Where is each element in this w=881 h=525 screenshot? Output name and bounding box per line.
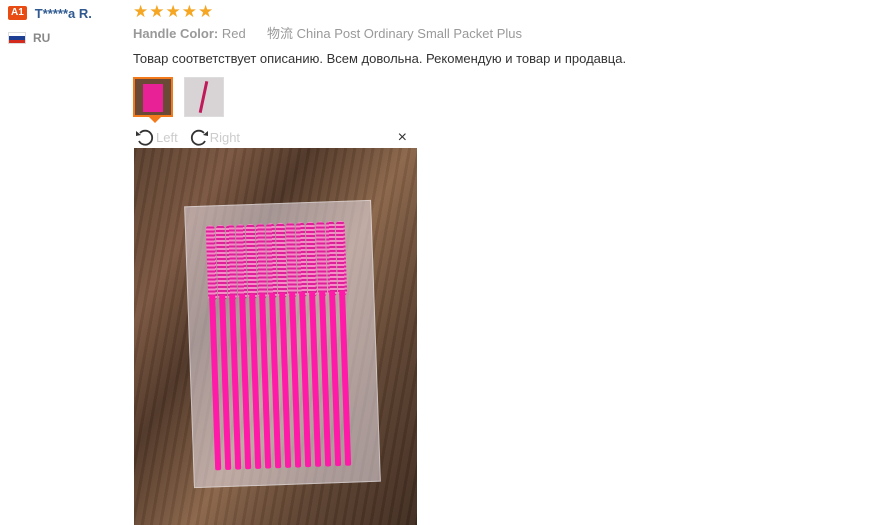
review-photo-thumbnail-1[interactable] xyxy=(133,77,173,117)
logistics-value: China Post Ordinary Small Packet Plus xyxy=(296,26,523,41)
rotate-left-button[interactable]: Left xyxy=(134,127,178,147)
star-rating: ★ ★ ★ ★ ★ xyxy=(133,3,873,20)
rotate-right-button[interactable]: Right xyxy=(188,127,240,147)
close-viewer-button[interactable]: × xyxy=(398,129,407,147)
star-icon: ★ xyxy=(198,2,214,21)
star-icon: ★ xyxy=(165,2,181,21)
star-icon: ★ xyxy=(133,2,149,21)
review-photo xyxy=(134,148,417,525)
reviewer-info: A1 T*****a R. RU xyxy=(8,5,128,45)
rotate-left-icon xyxy=(136,129,154,146)
rotate-right-label: Right xyxy=(209,129,241,145)
review-photo-thumbnail-2[interactable] xyxy=(184,77,224,117)
order-attributes: Handle Color: Red 物流 China Post Ordinary… xyxy=(133,26,873,42)
star-icon: ★ xyxy=(149,2,165,21)
reviewer-country: RU xyxy=(33,31,51,45)
star-icon: ★ xyxy=(181,2,197,21)
handle-color-value: Red xyxy=(221,26,246,41)
russia-flag-icon xyxy=(8,32,26,44)
viewer-toolbar: Left Right × xyxy=(134,126,417,148)
review-body: ★ ★ ★ ★ ★ Handle Color: Red 物流 China Pos… xyxy=(133,3,873,67)
level-badge: A1 xyxy=(8,6,27,20)
handle-color-label: Handle Color: xyxy=(133,26,219,41)
thumbnail-pointer xyxy=(149,117,161,123)
logistics-label: 物流 xyxy=(266,26,293,41)
review-photo-thumbnails xyxy=(133,77,224,117)
reviewer-name: T*****a R. xyxy=(34,5,92,21)
rotate-right-icon xyxy=(190,129,208,146)
photo-viewer: Left Right × xyxy=(134,126,417,525)
review-text: Товар соответствует описанию. Всем довол… xyxy=(133,51,627,66)
rotate-left-label: Left xyxy=(156,129,178,145)
